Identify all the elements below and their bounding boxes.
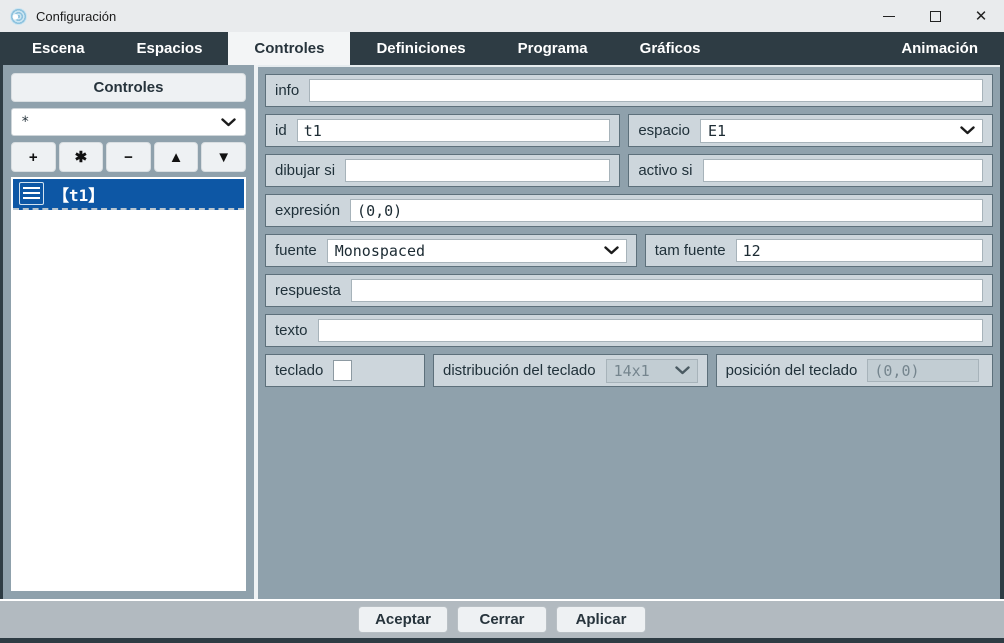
minimize-icon [883, 15, 895, 17]
distribucion-teclado-group: distribución del teclado 14x1 [433, 354, 708, 387]
respuesta-input[interactable] [350, 279, 983, 302]
espacio-label: espacio [638, 122, 691, 139]
dibujar-si-input[interactable] [345, 159, 611, 182]
fuente-selected-value: Monospaced [334, 241, 426, 260]
list-item-t1[interactable]: 【t1】 [13, 179, 244, 210]
fuente-select[interactable]: Monospaced [326, 238, 627, 263]
dibujar-si-group: dibujar si [265, 154, 621, 187]
list-item-label: 【t1】 [53, 185, 105, 205]
duplicate-control-button[interactable]: ✱ [58, 142, 104, 172]
id-group: id [265, 114, 621, 147]
filter-selected-value: * [21, 114, 30, 130]
posicion-teclado-group: posición del teclado [715, 354, 993, 387]
tab-programa[interactable]: Programa [492, 32, 614, 65]
info-input[interactable] [309, 79, 983, 102]
window-bottom-border [0, 638, 1004, 643]
tab-controles[interactable]: Controles [228, 32, 351, 65]
respuesta-label: respuesta [275, 282, 341, 299]
drag-handle-icon [19, 182, 44, 205]
tam-fuente-group: tam fuente [644, 234, 993, 267]
id-espacio-row: id espacio E1 [265, 114, 993, 147]
tam-fuente-label: tam fuente [654, 242, 726, 259]
footer-bar: Aceptar Cerrar Aplicar [0, 599, 1004, 638]
espacio-select[interactable]: E1 [700, 118, 983, 143]
conditions-row: dibujar si activo si [265, 154, 993, 187]
teclado-group: teclado [265, 354, 425, 387]
window-controls: ✕ [866, 0, 1004, 32]
minimize-button[interactable] [866, 0, 912, 32]
expresion-row: expresión [265, 194, 993, 227]
apply-button[interactable]: Aplicar [556, 606, 646, 633]
fuente-label: fuente [275, 242, 317, 259]
espacio-selected-value: E1 [708, 121, 727, 140]
respuesta-row: respuesta [265, 274, 993, 307]
controls-toolbar: + ✱ − ▲ ▼ [11, 142, 246, 172]
tab-animacion[interactable]: Animación [875, 32, 1004, 65]
control-properties-panel: info id espacio E1 [258, 65, 1000, 599]
espacio-group: espacio E1 [628, 114, 993, 147]
window-title: Configuración [36, 8, 117, 24]
expresion-label: expresión [275, 202, 341, 219]
id-label: id [275, 122, 287, 139]
font-row: fuente Monospaced tam fuente [265, 234, 993, 267]
distribucion-teclado-select: 14x1 [605, 358, 698, 383]
tab-bar: Escena Espacios Controles Definiciones P… [0, 32, 1004, 65]
tab-escena[interactable]: Escena [6, 32, 111, 65]
maximize-button[interactable] [912, 0, 958, 32]
activo-si-input[interactable] [702, 159, 983, 182]
chevron-down-icon [960, 126, 975, 135]
chevron-down-icon [221, 117, 236, 127]
close-icon: ✕ [974, 8, 988, 25]
fuente-group: fuente Monospaced [265, 234, 637, 267]
texto-label: texto [275, 322, 308, 339]
controls-sidebar: Controles * + ✱ − ▲ ▼ 【t1】 [3, 65, 254, 599]
content-area: Controles * + ✱ − ▲ ▼ 【t1】 info id t1 es… [0, 65, 1004, 599]
posicion-teclado-label: posición del teclado [725, 362, 858, 379]
controls-filter-select[interactable]: * [11, 108, 246, 136]
texto-input[interactable] [317, 319, 983, 342]
chevron-down-icon [674, 366, 690, 375]
dibujar-si-label: dibujar si [275, 162, 336, 179]
remove-control-button[interactable]: − [106, 142, 151, 172]
controls-list: 【t1】 [11, 177, 246, 591]
move-up-button[interactable]: ▲ [153, 142, 199, 172]
tab-espacios[interactable]: Espacios [111, 32, 229, 65]
expresion-input[interactable] [350, 199, 983, 222]
add-control-button[interactable]: + [11, 142, 56, 172]
accept-button[interactable]: Aceptar [358, 606, 448, 633]
teclado-checkbox[interactable] [333, 360, 353, 381]
tam-fuente-input[interactable] [735, 239, 983, 262]
distribucion-teclado-label: distribución del teclado [443, 362, 596, 379]
tab-definiciones[interactable]: Definiciones [350, 32, 491, 65]
info-row: info [265, 74, 993, 107]
configuration-window: Configuración ✕ Escena Espacios Controle… [0, 0, 1004, 643]
move-down-button[interactable]: ▼ [201, 142, 246, 172]
maximize-icon [929, 10, 941, 22]
texto-row: texto [265, 314, 993, 347]
tab-graficos[interactable]: Gráficos [614, 32, 727, 65]
controls-header-button[interactable]: Controles [11, 73, 246, 102]
cerrar-button[interactable]: Cerrar [457, 606, 547, 633]
id-input[interactable] [296, 119, 611, 142]
keyboard-row: teclado distribución del teclado 14x1 po… [265, 354, 993, 387]
activo-si-group: activo si [628, 154, 993, 187]
titlebar: Configuración ✕ [0, 0, 1004, 32]
activo-si-label: activo si [638, 162, 693, 179]
app-logo-icon [10, 7, 27, 25]
teclado-label: teclado [275, 362, 324, 379]
chevron-down-icon [604, 246, 619, 255]
info-label: info [275, 82, 300, 99]
close-button[interactable]: ✕ [958, 0, 1004, 32]
posicion-teclado-input [867, 359, 980, 382]
distribucion-selected-value: 14x1 [613, 361, 650, 380]
